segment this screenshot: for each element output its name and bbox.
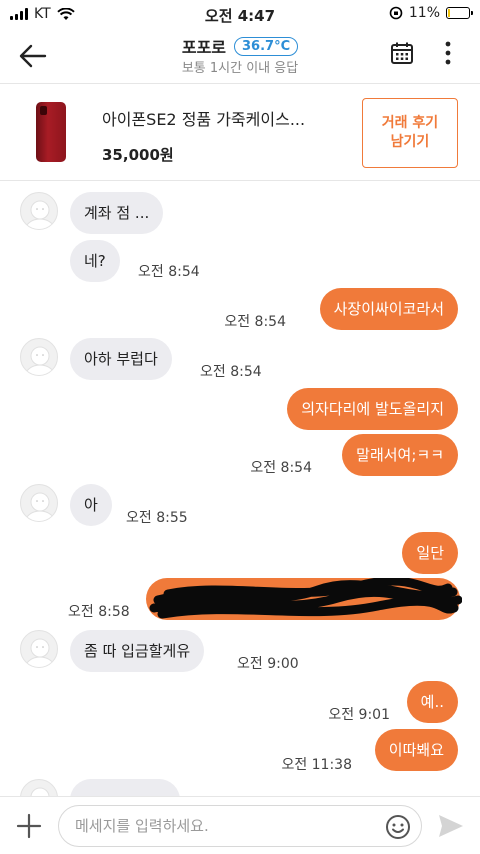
- outgoing-message[interactable]: 이따봬요: [374, 729, 458, 771]
- manner-temperature-badge: 36.7°C: [234, 36, 299, 56]
- message-time: 오전 8:55: [126, 510, 188, 526]
- message-time: 오전 9:01: [328, 707, 390, 723]
- message-time: 오전 8:58: [68, 604, 130, 620]
- partner-avatar[interactable]: [20, 484, 58, 522]
- status-bar: KT 오전 4:47 11%: [0, 0, 480, 30]
- product-thumbnail: [36, 102, 66, 162]
- message-time: 오전 8:54: [250, 460, 312, 476]
- partner-avatar[interactable]: [20, 630, 58, 668]
- incoming-message[interactable]: 좀 따 입금할게유: [70, 630, 205, 672]
- partner-avatar[interactable]: [20, 779, 58, 796]
- partner-name[interactable]: 포포로: [182, 34, 226, 58]
- emoji-icon[interactable]: [385, 814, 411, 840]
- outgoing-message[interactable]: 의자다리에 발도올리지: [287, 388, 458, 430]
- incoming-message[interactable]: 네?: [70, 240, 120, 282]
- orientation-lock-icon: [389, 6, 403, 20]
- partner-avatar[interactable]: [20, 338, 58, 376]
- leave-review-button[interactable]: 거래 후기 남기기: [362, 98, 458, 168]
- incoming-message[interactable]: 아하 부럽다: [70, 338, 172, 380]
- incoming-message[interactable]: 계좌 점 ...: [70, 192, 164, 234]
- message-time: 오전 8:54: [200, 364, 262, 380]
- status-right: 11%: [389, 5, 473, 21]
- outgoing-message[interactable]: 사장이싸이코라서: [319, 288, 458, 330]
- battery-icon: [446, 7, 473, 19]
- outgoing-message[interactable]: 예..: [406, 681, 458, 723]
- product-card[interactable]: 아이폰SE2 정품 가죽케이스... 35,000원 거래 후기 남기기: [0, 84, 480, 180]
- product-name: 아이폰SE2 정품 가죽케이스...: [102, 110, 306, 129]
- message-input[interactable]: [75, 817, 375, 835]
- incoming-message-partial[interactable]: [70, 779, 180, 796]
- message-time: 오전 8:54: [224, 314, 286, 330]
- outgoing-message[interactable]: 일단: [402, 532, 458, 574]
- leave-review-label: 거래 후기 남기기: [381, 115, 439, 150]
- message-time: 오전 8:54: [138, 264, 200, 280]
- battery-percent: 11%: [408, 5, 440, 21]
- message-input-bar: [0, 796, 480, 854]
- incoming-message[interactable]: 아: [70, 484, 112, 526]
- chat-area[interactable]: 계좌 점 ... 네? 오전 8:54 사장이싸이코라서 오전 8:54 아하 …: [0, 181, 480, 796]
- send-icon[interactable]: [436, 811, 466, 841]
- message-time: 오전 11:38: [281, 757, 352, 773]
- chat-header: 포포로 36.7°C 보통 1시간 이내 응답: [0, 30, 480, 82]
- redaction-scribble: [149, 578, 462, 619]
- plus-icon[interactable]: [14, 811, 44, 841]
- product-price: 35,000원: [102, 146, 174, 164]
- more-options-icon[interactable]: [444, 40, 452, 66]
- message-time: 오전 9:00: [237, 656, 299, 672]
- partner-avatar[interactable]: [20, 192, 58, 230]
- message-field[interactable]: [58, 805, 422, 847]
- outgoing-message[interactable]: 말래서여;ㅋㅋ: [342, 434, 458, 476]
- calendar-icon[interactable]: [390, 41, 414, 65]
